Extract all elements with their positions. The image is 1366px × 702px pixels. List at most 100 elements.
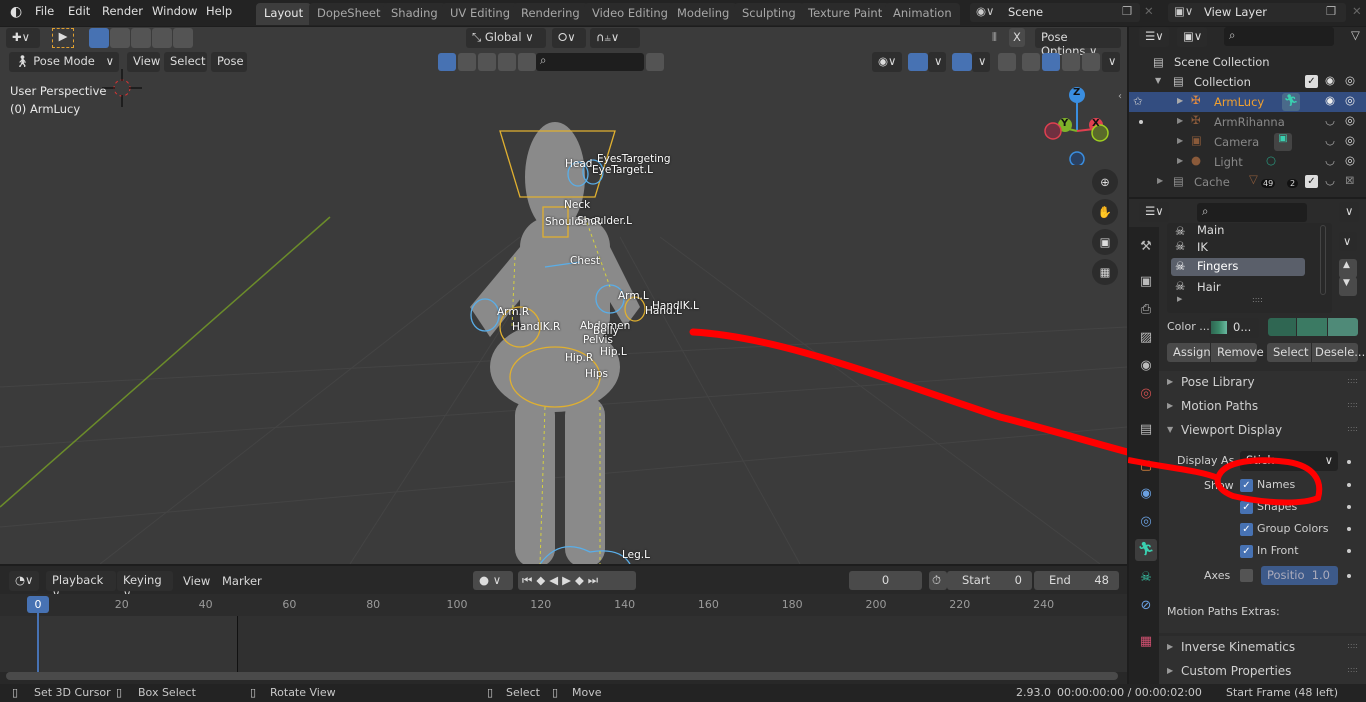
menu-file[interactable]: File (35, 4, 54, 18)
armature-data-tab-icon[interactable]: 🏃︎ (1135, 539, 1157, 561)
camera-view-icon[interactable]: ▣ (1092, 229, 1118, 255)
start-frame-field[interactable]: Start 0 (947, 571, 1032, 590)
outliner-scene-collection[interactable]: ▤ Scene Collection (1129, 52, 1366, 72)
render-camera-icon[interactable]: ◎ (1345, 73, 1355, 87)
shading-rendered-icon[interactable] (1082, 53, 1100, 71)
constraints-tab-icon[interactable]: ◎ (1135, 511, 1157, 533)
eye-closed-icon[interactable]: ◡ (1325, 173, 1335, 187)
axes-position-field[interactable]: Positio 1.0 (1261, 566, 1338, 585)
editor-type-dropdown[interactable]: ◔∨ (9, 571, 39, 591)
bone-groups-list[interactable]: ☠ Main ☠ IK ☠ Fingers ☠ Hair ▶ :::: (1167, 223, 1332, 313)
list-scrollbar[interactable] (1320, 225, 1326, 295)
xray-toggle-icon[interactable] (998, 53, 1016, 71)
render-disabled-icon[interactable]: ⊠ (1345, 173, 1355, 187)
filter-icon[interactable]: ▽ (1351, 28, 1360, 42)
filter-world-icon[interactable] (498, 53, 516, 71)
menu-render[interactable]: Render (102, 4, 143, 18)
exclude-checkbox[interactable]: ✓ (1305, 175, 1318, 188)
shading-solid-icon[interactable] (1042, 53, 1060, 71)
tab-texture-paint[interactable]: Texture Paint (800, 3, 891, 25)
stopwatch-icon[interactable]: ⏱ (929, 571, 947, 590)
exclude-checkbox[interactable]: ✓ (1305, 75, 1318, 88)
tab-dopesheet[interactable]: DopeSheet (309, 3, 389, 25)
bone-group-item-active[interactable]: ☠ Fingers (1171, 258, 1305, 276)
view-layer-selector[interactable]: ▣∨ View Layer ❐ (1168, 3, 1346, 22)
tab-rendering[interactable]: Rendering (513, 3, 588, 25)
visibility-dropdown[interactable]: ◉∨ (872, 52, 902, 72)
pose-mode-icon[interactable]: ✩ (1133, 94, 1143, 108)
menu-help[interactable]: Help (206, 4, 232, 18)
properties-options-dropdown[interactable]: ∨ (1339, 202, 1359, 222)
overlays-dropdown[interactable]: ∨ (972, 52, 990, 72)
render-camera-icon[interactable]: ◎ (1345, 93, 1355, 107)
keyframe-dot-icon[interactable] (1347, 574, 1351, 578)
expand-arrow-icon[interactable]: ▼ (1155, 76, 1161, 85)
playhead[interactable]: 0 (27, 596, 49, 613)
view-layer-tab-icon[interactable]: ▨ (1135, 327, 1157, 349)
bone-constraints-tab-icon[interactable]: ⊘ (1135, 595, 1157, 617)
tab-sculpting[interactable]: Sculpting (734, 3, 804, 25)
eye-closed-icon[interactable]: ◡ (1325, 133, 1335, 147)
filter-brush-icon[interactable] (518, 53, 536, 71)
keying-menu[interactable]: Keying ∨ (117, 571, 173, 601)
tab-video-editing[interactable]: Video Editing (584, 3, 676, 25)
eye-closed-icon[interactable]: ◡ (1325, 113, 1335, 127)
tool-tab-icon[interactable]: ⚒ (1135, 236, 1157, 258)
mirror-icon[interactable]: ⫴ (992, 30, 997, 45)
custom-properties-panel[interactable]: ▶ Custom Properties:::: (1159, 660, 1366, 684)
next-keyframe-icon[interactable]: ◆ (575, 573, 588, 587)
in-front-checkbox[interactable]: ✓ (1240, 545, 1253, 558)
select-mode-extend-icon[interactable] (110, 28, 130, 48)
expand-arrow-icon[interactable]: ▶ (1177, 136, 1183, 145)
render-tab-icon[interactable]: ▣ (1135, 271, 1157, 293)
expand-arrow-icon[interactable]: ▶ (1177, 116, 1183, 125)
current-frame-field[interactable]: 0 (849, 571, 922, 590)
ortho-grid-icon[interactable]: ▦ (1092, 259, 1118, 285)
search-options-icon[interactable] (646, 53, 664, 71)
prev-keyframe-icon[interactable]: ◆ (536, 573, 549, 587)
menu-edit[interactable]: Edit (68, 4, 90, 18)
properties-search-input[interactable]: ⌕ (1197, 203, 1307, 222)
move-up-icon[interactable]: ▲ (1339, 259, 1357, 278)
keyframe-dot-icon[interactable] (1347, 527, 1351, 531)
bone-group-item[interactable]: ☠ IK (1171, 238, 1305, 258)
properties-editor-type[interactable]: ☰∨ (1139, 202, 1169, 222)
outliner-row-cache[interactable]: ▶ ▤ Cache ▽ 49 2 ✓ ◡ ⊠ (1129, 172, 1366, 192)
list-resize-handle[interactable]: :::: (1252, 295, 1263, 304)
marker-menu[interactable]: Marker (222, 574, 262, 588)
snap-dropdown[interactable]: ∩⫨∨ (590, 28, 640, 48)
outliner-search-input[interactable]: ⌕ (1224, 27, 1334, 46)
mode-dropdown[interactable]: 🚶︎ Pose Mode ∨ (9, 52, 119, 72)
playback-menu[interactable]: Playback ∨ (46, 571, 116, 601)
filter-light-icon[interactable] (478, 53, 496, 71)
drag-handle-icon[interactable]: :::: (1347, 376, 1358, 385)
delete-view-layer-icon[interactable]: ✕ (1352, 4, 1362, 18)
outliner-row-camera[interactable]: ▶ ▣ Camera ▣ ◡ ◎ (1129, 132, 1366, 152)
menu-view[interactable]: View (127, 52, 160, 72)
jump-start-icon[interactable]: ⏮ (522, 573, 536, 587)
render-camera-icon[interactable]: ◎ (1345, 113, 1355, 127)
timeline-scrollbar[interactable] (6, 672, 1118, 680)
jump-end-icon[interactable]: ⏭ (588, 573, 602, 587)
tool-settings-dropdown[interactable]: ✚∨ (6, 28, 40, 48)
expand-arrow-icon[interactable]: ▶ (1177, 96, 1183, 105)
render-camera-icon[interactable]: ◎ (1345, 133, 1355, 147)
outliner-row-armlucy[interactable]: ✩ ▶ ✠ ArmLucy 🏃︎ ◉ ◎ (1129, 92, 1366, 112)
new-view-layer-icon[interactable]: ❐ (1326, 4, 1336, 18)
scene-name[interactable]: Scene (1008, 5, 1043, 19)
drag-handle-icon[interactable]: :::: (1347, 400, 1358, 409)
new-scene-icon[interactable]: ❐ (1122, 4, 1132, 18)
tab-uv-editing[interactable]: UV Editing (442, 3, 518, 25)
axes-checkbox[interactable] (1240, 569, 1253, 582)
eye-icon[interactable]: ◉ (1325, 73, 1335, 87)
assign-button[interactable]: Assign (1167, 343, 1211, 362)
blender-logo-icon[interactable]: ◐ (10, 4, 22, 20)
x-mirror-toggle[interactable]: X (1009, 28, 1025, 47)
expand-arrow-icon[interactable]: ▶ (1177, 156, 1183, 165)
zoom-view-icon[interactable]: ⊕ (1092, 169, 1118, 195)
pose-options-dropdown[interactable]: Pose Options ∨ (1035, 28, 1121, 58)
menu-window[interactable]: Window (152, 4, 197, 18)
tab-layout[interactable]: Layout (256, 3, 312, 25)
shading-wireframe-icon[interactable] (1022, 53, 1040, 71)
inverse-kinematics-panel[interactable]: ▶ Inverse Kinematics:::: (1159, 636, 1366, 660)
